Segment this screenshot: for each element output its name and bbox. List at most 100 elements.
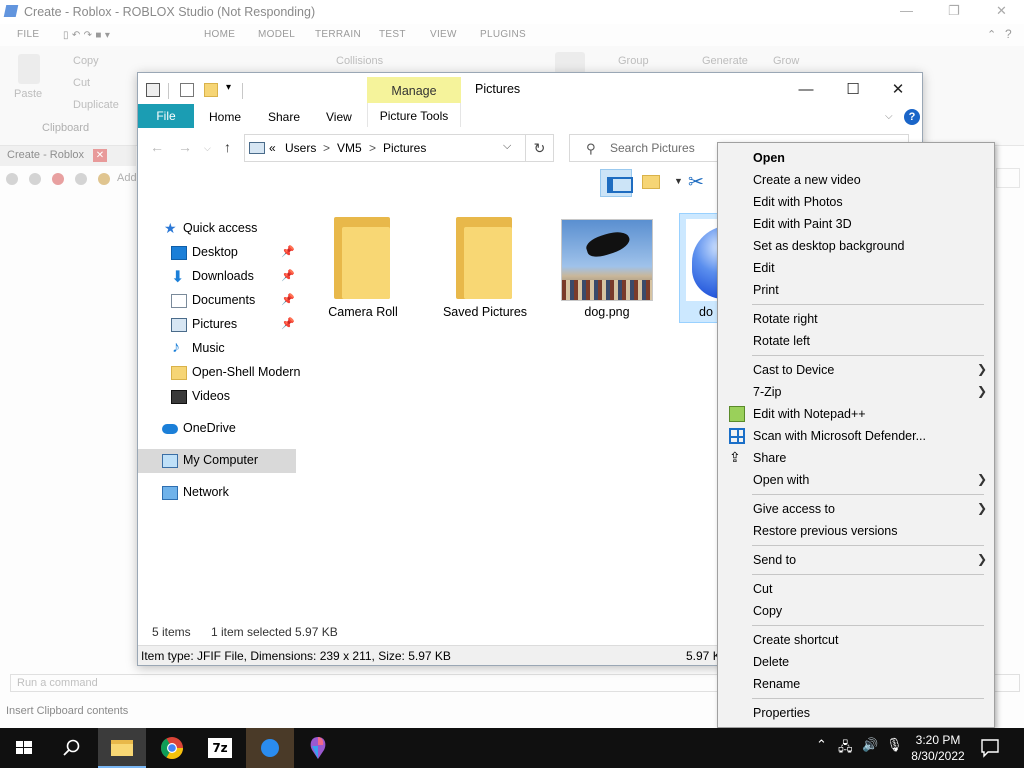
studio-tab-model[interactable]: MODEL [258, 29, 295, 40]
menu-item-edit-photos[interactable]: Edit with Photos [721, 191, 991, 213]
pin-icon[interactable]: 📌 [281, 317, 295, 330]
refresh-icon[interactable] [75, 173, 87, 185]
studio-ribbon-collapse-icon[interactable]: ⌃ [987, 28, 997, 41]
studio-tab-terrain[interactable]: TERRAIN [315, 29, 361, 40]
menu-item-create-shortcut[interactable]: Create shortcut [721, 629, 991, 651]
nav-item-quick-access[interactable]: ★ Quick access [138, 217, 296, 241]
back-arrow-icon[interactable]: ← [150, 139, 164, 155]
studio-close-button[interactable]: ✕ [996, 3, 1007, 19]
properties-check-icon[interactable] [180, 83, 194, 97]
view-options-chevron-down-icon[interactable]: ▼ [674, 176, 683, 186]
menu-item-set-background[interactable]: Set as desktop background [721, 235, 991, 257]
menu-item-send-to[interactable]: Send to ❯ [721, 549, 991, 571]
scissors-cut-icon[interactable]: ✂ [688, 171, 704, 194]
file-item-dog-png[interactable]: dog.png [554, 213, 660, 323]
ribbon-expand-chevron-down-icon[interactable]: ⌵ [885, 111, 893, 122]
taskbar-clock[interactable]: 3:20 PM 8/30/2022 [900, 732, 976, 764]
menu-item-edit[interactable]: Edit [721, 257, 991, 279]
add-icon[interactable] [98, 173, 110, 185]
menu-item-cast-to-device[interactable]: Cast to Device ❯ [721, 359, 991, 381]
breadcrumb-users[interactable]: Users [285, 141, 316, 155]
minimize-button[interactable]: — [786, 77, 826, 103]
taskbar-7zip[interactable]: 7z [196, 728, 244, 768]
menu-item-notepadpp[interactable]: Edit with Notepad++ [721, 403, 991, 425]
taskbar-paint[interactable] [294, 728, 342, 768]
studio-minimize-button[interactable]: — [900, 3, 913, 18]
taskbar-chrome[interactable] [148, 728, 196, 768]
menu-item-print[interactable]: Print [721, 279, 991, 301]
folder-options-icon[interactable] [642, 175, 660, 189]
menu-item-defender-scan[interactable]: Scan with Microsoft Defender... [721, 425, 991, 447]
pin-icon[interactable]: 📌 [281, 269, 295, 282]
nav-item-my-computer[interactable]: My Computer [138, 449, 296, 473]
nav-item-videos[interactable]: Videos [138, 385, 296, 409]
explorer-window-icon[interactable] [146, 83, 160, 97]
address-bar[interactable]: « Users > VM5 > Pictures ⌵ [244, 134, 526, 162]
file-item-saved-pictures[interactable]: Saved Pictures [432, 213, 538, 323]
menu-item-rename[interactable]: Rename [721, 673, 991, 695]
studio-tab-test[interactable]: TEST [379, 29, 406, 40]
menu-item-properties[interactable]: Properties [721, 702, 991, 724]
studio-cut-button[interactable]: Cut [73, 77, 90, 89]
forward-icon[interactable] [29, 173, 41, 185]
pin-icon[interactable]: 📌 [281, 245, 295, 258]
tab-home[interactable]: Home [209, 110, 241, 124]
help-icon[interactable]: ? [904, 109, 920, 125]
breadcrumb-separator[interactable]: > [369, 141, 376, 155]
studio-collisions-button[interactable]: Collisions [336, 55, 383, 67]
forward-arrow-icon[interactable]: → [178, 139, 192, 155]
nav-item-documents[interactable]: Documents 📌 [138, 289, 296, 313]
tab-file[interactable]: File [138, 104, 194, 128]
studio-group-button[interactable]: Group [618, 55, 649, 67]
studio-document-tab[interactable]: Create - Roblox ✕ [0, 146, 136, 166]
menu-item-7zip[interactable]: 7-Zip ❯ [721, 381, 991, 403]
back-icon[interactable] [6, 173, 18, 185]
menu-item-create-video[interactable]: Create a new video [721, 169, 991, 191]
studio-tab-home[interactable]: HOME [204, 29, 235, 40]
studio-tab-file[interactable]: FILE [17, 29, 39, 40]
taskbar-roblox-studio[interactable] [246, 728, 294, 768]
close-button[interactable]: ✕ [878, 77, 918, 103]
studio-duplicate-button[interactable]: Duplicate [73, 99, 119, 111]
new-folder-icon[interactable] [204, 83, 218, 97]
studio-document-close-icon[interactable]: ✕ [93, 149, 107, 162]
nav-item-onedrive[interactable]: OneDrive [138, 417, 296, 441]
qat-customize-chevron-down-icon[interactable]: ▾ [226, 82, 231, 93]
studio-generate-button[interactable]: Generate [702, 55, 748, 67]
menu-item-open[interactable]: Open [721, 147, 991, 169]
show-hidden-icons-chevron-up-icon[interactable]: ⌃ [816, 737, 827, 753]
studio-grow-button[interactable]: Grow [773, 55, 799, 67]
menu-item-copy[interactable]: Copy [721, 600, 991, 622]
menu-item-give-access[interactable]: Give access to ❯ [721, 498, 991, 520]
preview-pane-icon[interactable] [600, 169, 633, 197]
notification-center-icon[interactable] [980, 738, 1002, 758]
menu-item-rotate-right[interactable]: Rotate right [721, 308, 991, 330]
menu-item-rotate-left[interactable]: Rotate left [721, 330, 991, 352]
studio-paste-button[interactable]: Paste [14, 88, 42, 100]
address-overflow[interactable]: « [269, 141, 276, 155]
taskbar-search-button[interactable] [48, 728, 96, 768]
menu-item-delete[interactable]: Delete [721, 651, 991, 673]
volume-icon[interactable]: 🔊 [862, 737, 878, 753]
menu-item-open-with[interactable]: Open with ❯ [721, 469, 991, 491]
breadcrumb-pictures[interactable]: Pictures [383, 141, 426, 155]
studio-tab-view[interactable]: VIEW [430, 29, 457, 40]
menu-item-cut[interactable]: Cut [721, 578, 991, 600]
maximize-button[interactable]: ☐ [833, 77, 873, 103]
pin-icon[interactable]: 📌 [281, 293, 295, 306]
breadcrumb-separator[interactable]: > [323, 141, 330, 155]
file-item-camera-roll[interactable]: Camera Roll [310, 213, 416, 323]
start-button[interactable] [0, 728, 48, 768]
manage-tab[interactable]: Manage [367, 77, 461, 103]
menu-item-restore-versions[interactable]: Restore previous versions [721, 520, 991, 542]
tab-view[interactable]: View [326, 110, 352, 124]
recent-chevron-down-icon[interactable]: ⌵ [204, 143, 211, 154]
nav-item-music[interactable]: ♪ Music [138, 337, 296, 361]
stop-icon[interactable] [52, 173, 64, 185]
studio-tab-plugins[interactable]: PLUGINS [480, 29, 526, 40]
address-history-chevron-down-icon[interactable]: ⌵ [503, 140, 511, 153]
studio-help-icon[interactable]: ? [1005, 27, 1012, 41]
nav-item-pictures[interactable]: Pictures 📌 [138, 313, 296, 337]
refresh-button[interactable]: ↻ [526, 134, 554, 162]
network-status-icon[interactable]: 🖧 [838, 738, 853, 760]
